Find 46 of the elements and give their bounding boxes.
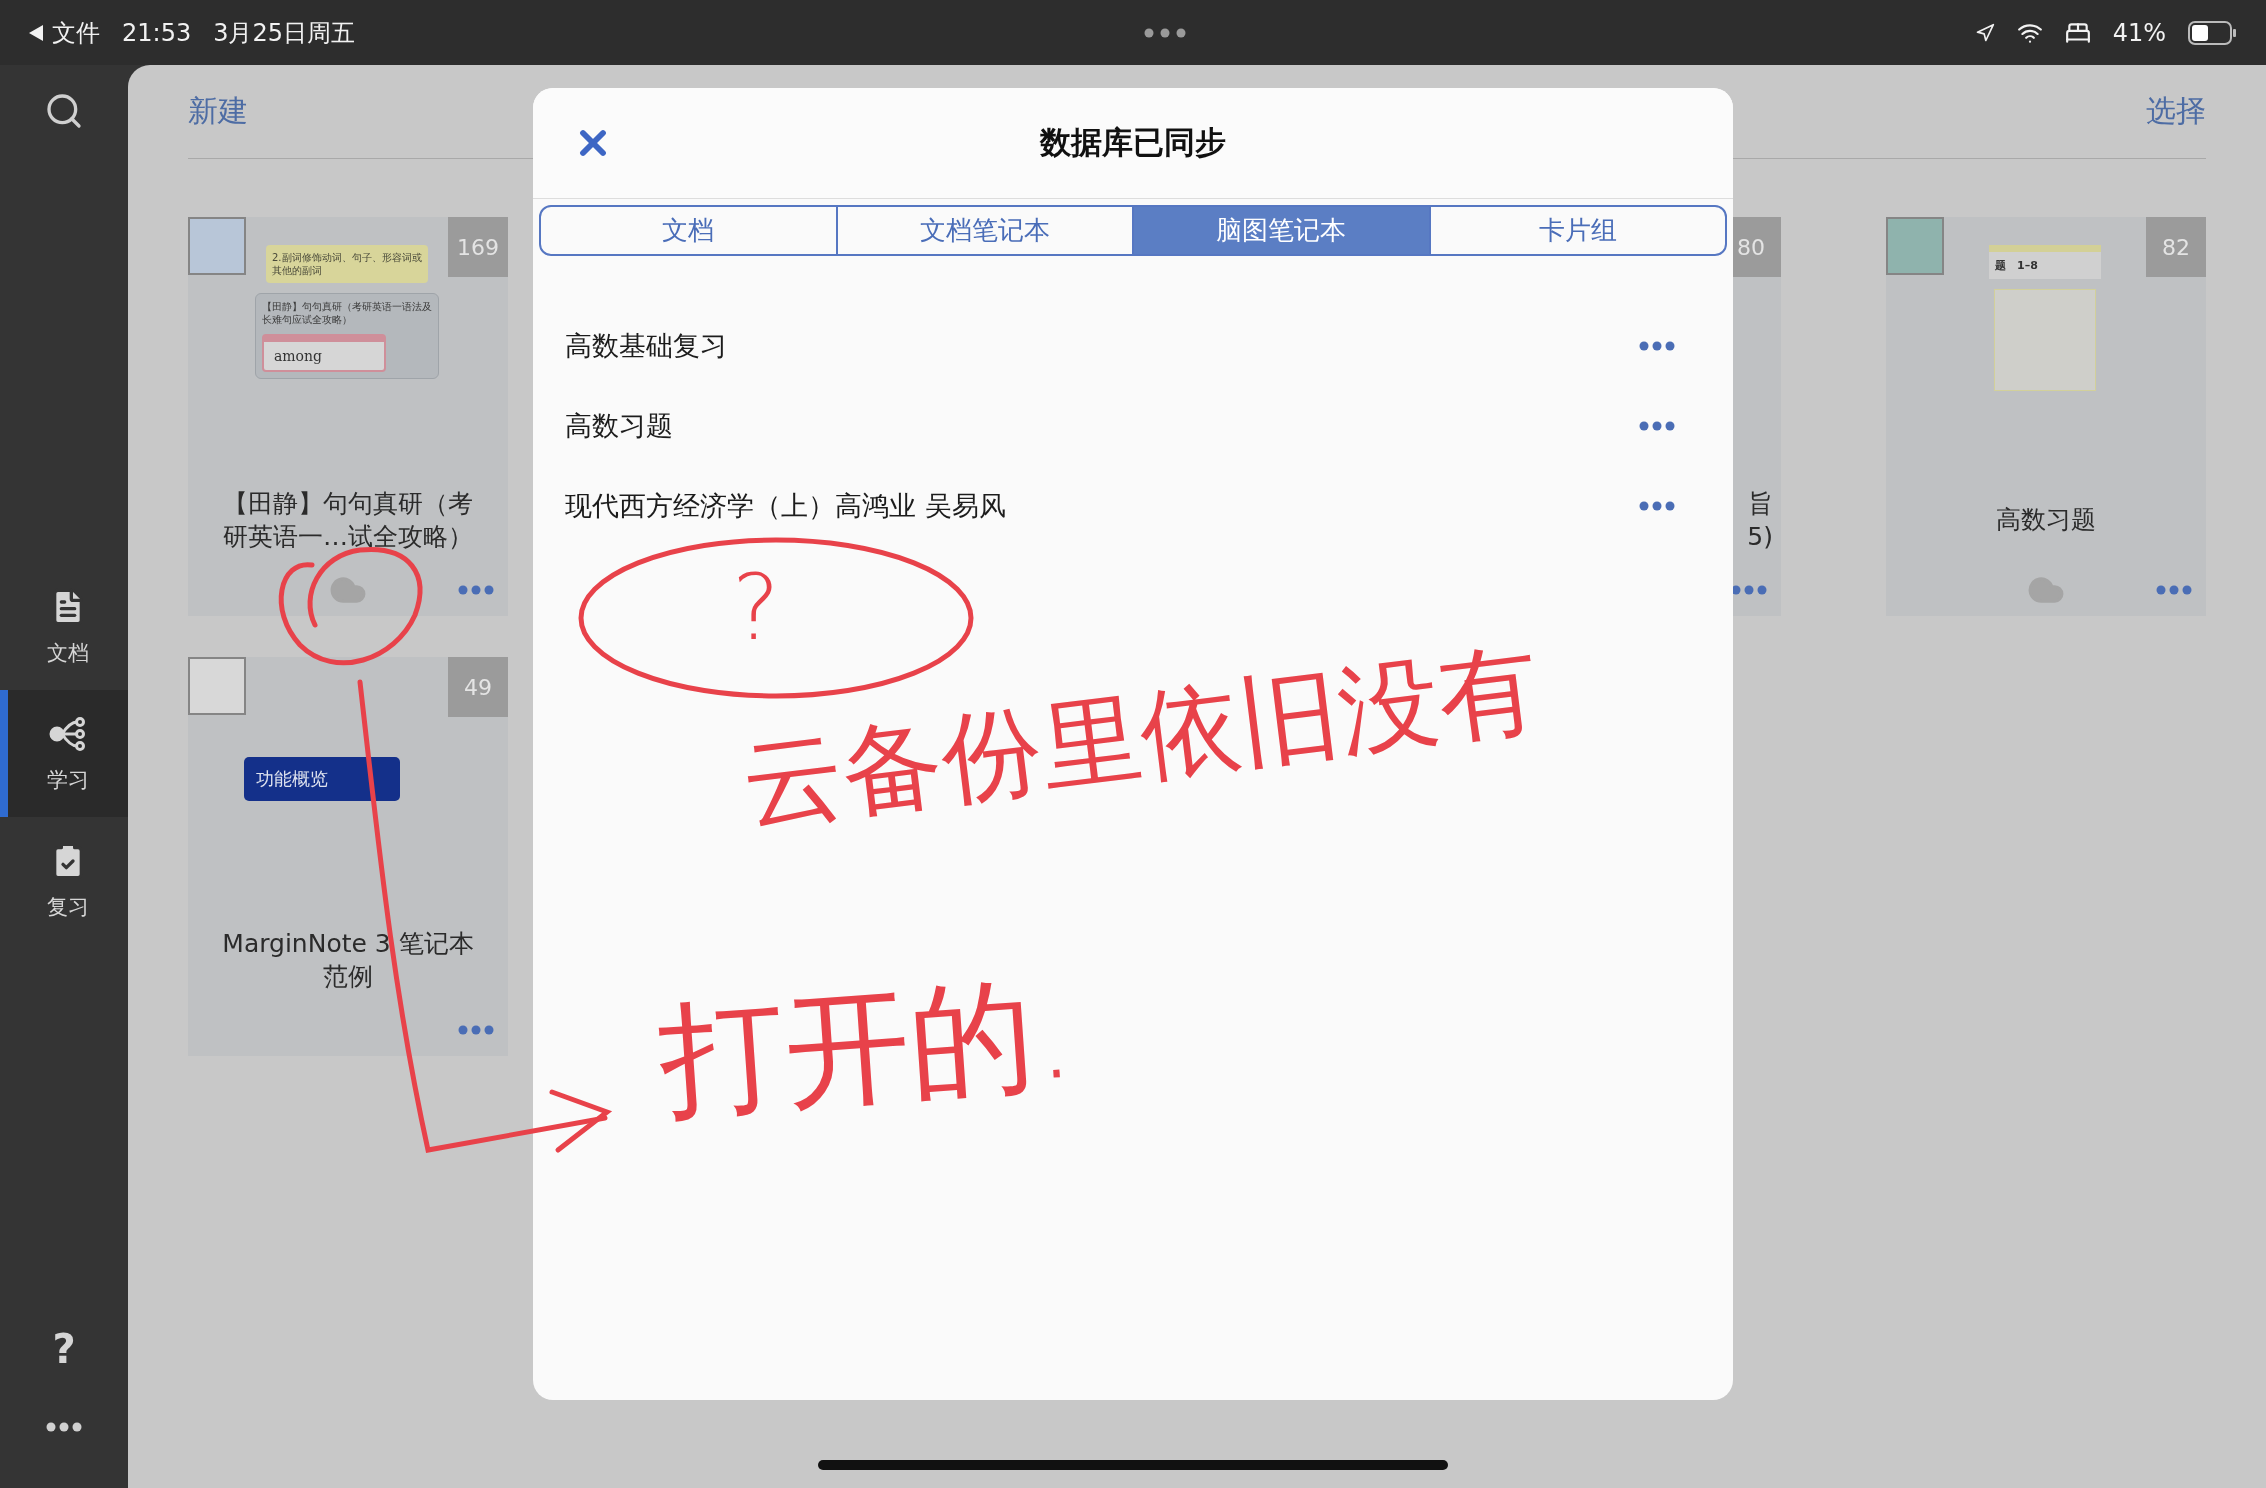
notebook-card[interactable]: 题 1–8 82 高数习题	[1886, 217, 2206, 616]
document-thumbnail	[188, 657, 246, 715]
count-badge: 82	[2146, 217, 2206, 277]
more-icon[interactable]	[1639, 501, 1675, 511]
help-button[interactable]: ?	[0, 1326, 128, 1372]
notebook-card[interactable]: 功能概览 49 MarginNote 3 笔记本范例	[188, 657, 508, 1056]
more-icon[interactable]	[1639, 421, 1675, 431]
more-icon[interactable]	[1639, 341, 1675, 351]
location-icon	[1974, 22, 1995, 43]
handwritten-note: 打开的.	[654, 959, 1080, 1136]
note-card: 题 1–8	[1989, 245, 2101, 279]
notebook-title: 高数习题	[1995, 504, 2097, 537]
sidebar-item[interactable]: 复习	[0, 817, 128, 944]
count-badge: 169	[448, 217, 508, 277]
note-card: among	[262, 334, 386, 372]
notebook-name[interactable]: 高数基础复习	[565, 328, 727, 364]
note-card: 2.副词修饰动词、句子、形容词或其他的副词	[266, 245, 428, 283]
segment-tab[interactable]: 卡片组	[1428, 207, 1725, 254]
mindmap-node: 功能概览	[244, 757, 400, 801]
group-title: 【田静】句句真研（考研英语一语法及长难句应试全攻略）	[262, 300, 432, 326]
back-link[interactable]: 文件	[52, 16, 100, 49]
notebook-name[interactable]: 现代西方经济学（上）高鸿业 吴易风	[565, 488, 1006, 524]
notebook-name[interactable]: 高数习题	[565, 408, 673, 444]
battery-icon	[2188, 20, 2238, 45]
dialog-title: 数据库已同步	[1038, 123, 1227, 162]
sidebar-item[interactable]: 文档	[0, 563, 128, 690]
count-badge: 49	[448, 657, 508, 717]
status-date: 3月25日周五	[213, 17, 355, 49]
notebook-title: 旨	[1748, 488, 1773, 520]
segment-tab[interactable]: 文档	[541, 207, 836, 254]
more-icon[interactable]	[1731, 585, 1767, 595]
document-thumbnail	[1886, 217, 1944, 275]
notebook-title: 5)	[1747, 520, 1773, 553]
handwritten-note: ?	[732, 555, 780, 660]
document-thumbnail	[188, 217, 246, 275]
more-icon[interactable]	[46, 1422, 82, 1432]
notebook-card[interactable]: 2.副词修饰动词、句子、形容词或其他的副词 【田静】句句真研（考研英语一语法及长难句应试全攻略） among 169 【田静】句句真研（考研英语一…试全攻略）	[188, 217, 508, 616]
search-icon[interactable]	[44, 91, 84, 131]
notebook-title: 【田静】句句真研（考研英语一…试全攻略）	[222, 488, 474, 553]
notebook-title: MarginNote 3 笔记本范例	[221, 928, 475, 993]
multitask-icon[interactable]	[1142, 27, 1187, 38]
battery-percent: 41%	[2112, 18, 2166, 47]
status-time: 21:53	[122, 18, 192, 47]
segment-tab[interactable]: 脑图笔记本	[1132, 207, 1429, 254]
sidebar-item[interactable]: 学习	[0, 690, 128, 817]
back-icon[interactable]	[28, 23, 44, 42]
